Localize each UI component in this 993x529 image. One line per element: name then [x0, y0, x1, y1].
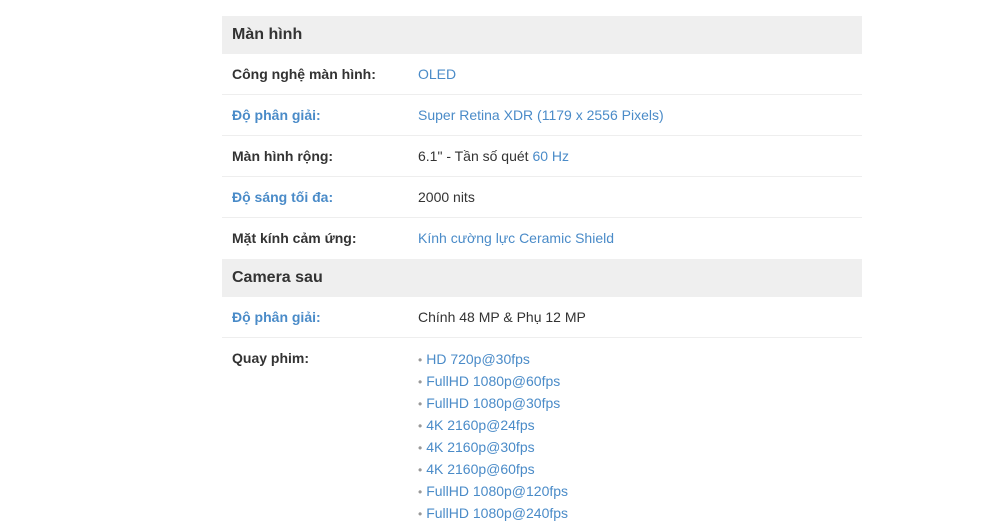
spec-row-camera-resolution: Độ phân giải: Chính 48 MP & Phụ 12 MP — [222, 297, 862, 338]
refresh-rate-link[interactable]: 60 Hz — [532, 148, 569, 164]
spec-label-link[interactable]: Độ phân giải: — [222, 297, 418, 325]
bullet-icon: • — [418, 507, 423, 521]
bullet-icon: • — [418, 419, 423, 433]
spec-value: 6.1" - Tần số quét 60 Hz — [418, 136, 569, 164]
video-mode-item[interactable]: • FullHD 1080p@240fps — [418, 503, 568, 525]
video-mode-list: • HD 720p@30fps • FullHD 1080p@60fps • Full… — [418, 349, 568, 525]
video-mode-item[interactable]: • FullHD 1080p@60fps — [418, 371, 568, 393]
spec-value-text: 6.1" - Tần số quét — [418, 148, 533, 164]
spec-value-link[interactable]: OLED — [418, 54, 456, 82]
spec-value: Chính 48 MP & Phụ 12 MP — [418, 309, 586, 325]
spec-label: Quay phim: — [232, 350, 310, 366]
spec-row-max-brightness: Độ sáng tối đa: 2000 nits — [222, 177, 862, 218]
spec-label: Công nghệ màn hình: — [232, 66, 376, 82]
spec-row-display-tech: Công nghệ màn hình: OLED — [222, 54, 862, 95]
video-mode-item[interactable]: • 4K 2160p@30fps — [418, 437, 568, 459]
video-mode-item[interactable]: • 4K 2160p@60fps — [418, 459, 568, 481]
spec-row-display-resolution: Độ phân giải: Super Retina XDR (1179 x 2… — [222, 95, 862, 136]
spec-label-link[interactable]: Độ sáng tối đa: — [222, 177, 418, 205]
video-mode-item[interactable]: • FullHD 1080p@120fps — [418, 481, 568, 503]
spec-row-screen-size: Màn hình rộng: 6.1" - Tần số quét 60 Hz — [222, 136, 862, 177]
spec-row-video-recording: Quay phim: • HD 720p@30fps • FullHD 1080p@… — [222, 338, 862, 525]
section-header-display: Màn hình — [222, 16, 862, 54]
bullet-icon: • — [418, 463, 423, 477]
video-mode-item[interactable]: • HD 720p@30fps — [418, 349, 568, 371]
bullet-icon: • — [418, 375, 423, 389]
video-mode-item[interactable]: • 4K 2160p@24fps — [418, 415, 568, 437]
bullet-icon: • — [418, 397, 423, 411]
spec-value: 2000 nits — [418, 189, 475, 205]
spec-label: Màn hình rộng: — [232, 148, 334, 164]
spec-value-list: • HD 720p@30fps • FullHD 1080p@60fps • Full… — [418, 338, 568, 525]
spec-row-touch-glass: Mặt kính cảm ứng: Kính cường lực Ceramic… — [222, 218, 862, 259]
video-mode-item[interactable]: • FullHD 1080p@30fps — [418, 393, 568, 415]
spec-table: Màn hình Công nghệ màn hình: OLED Độ phâ… — [222, 16, 862, 525]
bullet-icon: • — [418, 485, 423, 499]
section-header-rear-camera: Camera sau — [222, 259, 862, 297]
bullet-icon: • — [418, 353, 423, 367]
bullet-icon: • — [418, 441, 423, 455]
spec-label: Mặt kính cảm ứng: — [232, 230, 357, 246]
spec-label-link[interactable]: Độ phân giải: — [222, 95, 418, 123]
spec-value-link[interactable]: Kính cường lực Ceramic Shield — [418, 218, 614, 246]
spec-value-link[interactable]: Super Retina XDR (1179 x 2556 Pixels) — [418, 95, 664, 123]
